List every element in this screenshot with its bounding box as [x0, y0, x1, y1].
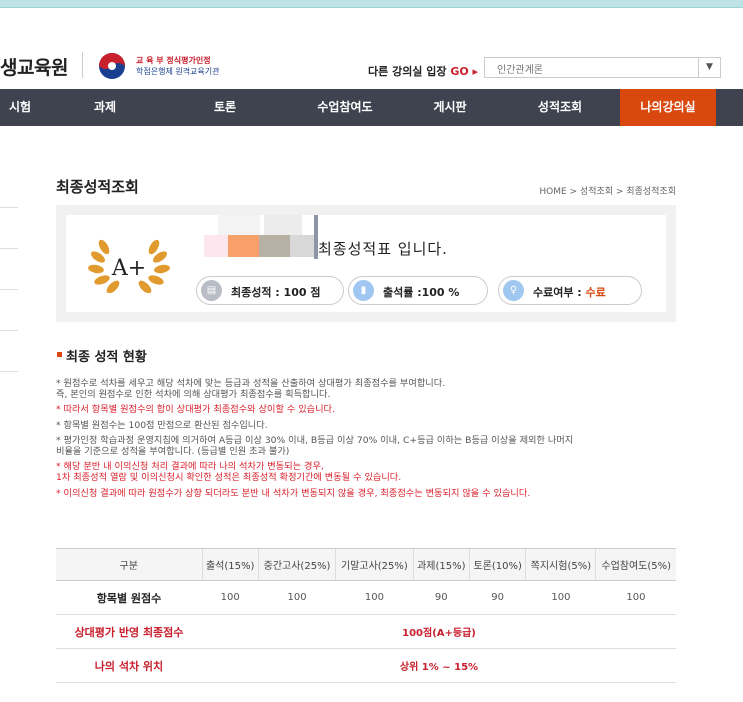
- nav-item-board[interactable]: 게시판: [410, 89, 490, 126]
- chevron-down-icon[interactable]: ▼: [698, 58, 720, 77]
- bar-chart-icon: ▮: [353, 280, 374, 301]
- go-button[interactable]: GO ▸: [450, 65, 478, 78]
- medal-icon: ♀: [503, 280, 524, 301]
- other-classroom-text: 다른 강의실 입장: [368, 65, 447, 78]
- table-header-row: 구분 출석(15%) 중간고사(25%) 기말고사(25%) 과제(15%) 토…: [56, 548, 676, 581]
- course-select[interactable]: 인간관계론 ▼: [484, 57, 721, 78]
- section-title-text: 최종 성적 현황: [66, 350, 147, 365]
- table-header-cell: 토론(10%): [468, 548, 526, 581]
- completion-pill: ♀ 수료여부 : 수료: [498, 276, 642, 305]
- sidebar-divider: [0, 330, 18, 331]
- attendance-pill: ▮ 출석률 :100 %: [348, 276, 488, 305]
- table-cell: 100: [258, 580, 336, 615]
- table-cell: 100: [595, 580, 676, 615]
- nav-item-exam[interactable]: 시험: [0, 89, 40, 126]
- note-item: * 원점수로 석차를 세우고 해당 석차에 맞는 등급과 성적을 산출하여 상대…: [56, 378, 446, 401]
- table-header-cell: 구분: [56, 548, 202, 581]
- laurel-grade-icon: A+: [88, 239, 170, 293]
- redacted-name-block: [264, 215, 302, 235]
- note-item: * 해당 분반 내 이의신청 처리 결과에 따라 나의 석차가 변동되는 경우,…: [56, 461, 402, 484]
- table-cell: 상위 1% ~ 15%: [202, 648, 676, 683]
- redacted-name-block: [204, 235, 314, 257]
- table-row: 상대평가 반영 최종점수 100점(A+등급): [56, 614, 676, 649]
- table-row-label: 항목별 원점수: [56, 580, 202, 615]
- other-classroom-label: 다른 강의실 입장 GO ▸: [368, 63, 478, 79]
- grade-summary-card: A+ 최종성적표 입니다. ▤ 최종성적 : 100 점 ▮ 출석률 :100 …: [56, 205, 676, 322]
- course-select-value: 인간관계론: [497, 65, 543, 76]
- table-row: 항목별 원점수 100 100 100 90 90 100 100: [56, 580, 676, 615]
- table-row-label: 나의 석차 위치: [56, 648, 202, 683]
- table-cell: 90: [413, 580, 470, 615]
- note-item: * 평가인정 학습과정 운영지침에 의거하여 A등급 이상 30% 이내, B등…: [56, 434, 574, 458]
- sidebar-divider: [0, 248, 18, 249]
- table-header-cell: 쪽지시험(5%): [525, 548, 596, 581]
- sidebar-divider: [0, 371, 18, 372]
- table-row-label: 상대평가 반영 최종점수: [56, 614, 202, 649]
- table-header-cell: 과제(15%): [412, 548, 470, 581]
- table-header-cell: 기말고사(25%): [335, 548, 414, 581]
- government-emblem-icon: [99, 53, 125, 79]
- section-bullet-icon: [57, 352, 62, 357]
- final-score-pill: ▤ 최종성적 : 100 점: [196, 276, 344, 305]
- table-cell: 100: [525, 580, 596, 615]
- org-name-line1: 교 육 부 정식평가인정: [136, 56, 211, 65]
- org-name-line2: 학점은행제 원격교육기관: [136, 67, 220, 76]
- section-title: 최종 성적 현황: [57, 346, 147, 365]
- table-row: 나의 석차 위치 상위 1% ~ 15%: [56, 648, 676, 683]
- document-icon: ▤: [201, 280, 222, 301]
- table-cell: 90: [469, 580, 526, 615]
- summary-title: 최종성적표 입니다.: [318, 240, 448, 258]
- header: 생교육원 교 육 부 정식평가인정 학점은행제 원격교육기관 다른 강의실 입장…: [0, 8, 743, 88]
- table-header-cell: 수업참여도(5%): [595, 548, 676, 581]
- completion-value: 수료: [585, 286, 606, 299]
- table-cell: 100: [335, 580, 414, 615]
- sidebar-divider: [0, 289, 18, 290]
- table-cell: 100: [202, 580, 259, 615]
- note-item: * 항목별 원점수는 100점 만점으로 환산된 점수입니다.: [56, 419, 268, 431]
- completion-text: 수료여부 : 수료: [533, 284, 606, 300]
- completion-label: 수료여부 :: [533, 286, 586, 299]
- nav-item-assignment[interactable]: 과제: [70, 89, 140, 126]
- grade-summary-inner: A+ 최종성적표 입니다. ▤ 최종성적 : 100 점 ▮ 출석률 :100 …: [66, 215, 666, 312]
- sidebar-divider: [0, 207, 18, 208]
- page-title: 최종성적조회: [56, 178, 139, 196]
- table-cell: 100점(A+등급): [202, 614, 676, 649]
- nav-item-my-classroom[interactable]: 나의강의실: [620, 89, 716, 126]
- note-item: * 이의신청 결과에 따라 원점수가 상향 되더라도 분반 내 석차가 변동되지…: [56, 487, 531, 499]
- nav-item-discussion[interactable]: 토론: [190, 89, 260, 126]
- main-nav: 시험 과제 토론 수업참여도 게시판 성적조회 나의강의실: [0, 89, 743, 126]
- attendance-text: 출석률 :100 %: [383, 286, 460, 299]
- score-table: 구분 출석(15%) 중간고사(25%) 기말고사(25%) 과제(15%) 토…: [56, 548, 676, 683]
- grade-badge-text: A+: [111, 256, 146, 281]
- breadcrumb: HOME > 성적조회 > 최종성적조회: [539, 187, 676, 197]
- redacted-name-block: [218, 215, 260, 235]
- site-title[interactable]: 생교육원: [0, 53, 68, 80]
- nav-item-grades[interactable]: 성적조회: [520, 89, 600, 126]
- top-strip: [0, 0, 743, 8]
- notes-list: * 원점수로 석차를 세우고 해당 석차에 맞는 등급과 성적을 산출하여 상대…: [56, 378, 686, 503]
- table-header-cell: 중간고사(25%): [257, 548, 336, 581]
- final-score-text: 최종성적 : 100 점: [231, 286, 321, 299]
- note-item: * 따라서 항목별 원점수의 합이 상대평가 최종점수와 상이할 수 있습니다.: [56, 404, 335, 416]
- nav-item-participation[interactable]: 수업참여도: [295, 89, 395, 126]
- table-header-cell: 출석(15%): [201, 548, 259, 581]
- header-divider: [82, 52, 83, 78]
